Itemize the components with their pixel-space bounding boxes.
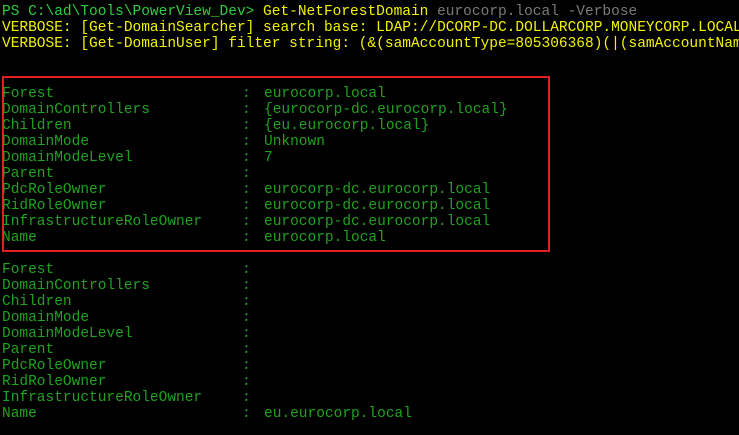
cmdlet-argument: eurocorp.local	[437, 4, 559, 20]
prompt: PS C:\ad\Tools\PowerView_Dev>	[2, 4, 255, 20]
command-line: PS C:\ad\Tools\PowerView_Dev> Get-NetFor…	[2, 4, 637, 20]
property-row: PdcRoleOwner:	[2, 358, 264, 374]
property-key: Name	[2, 230, 37, 246]
property-key: Children	[2, 294, 72, 310]
property-key: Children	[2, 118, 72, 134]
property-row: DomainModeLevel:7	[2, 150, 273, 166]
powershell-terminal[interactable]: PS C:\ad\Tools\PowerView_Dev> Get-NetFor…	[0, 0, 739, 435]
property-row: DomainControllers: {eurocorp-dc.eurocorp.…	[2, 102, 508, 118]
property-key: Forest	[2, 86, 55, 102]
property-separator: :	[242, 390, 251, 406]
property-row: RidRoleOwner:	[2, 374, 264, 390]
property-row: InfrastructureRoleOwner: eurocorp-dc.euro…	[2, 214, 490, 230]
property-separator: :	[242, 134, 251, 150]
property-key: RidRoleOwner	[2, 198, 107, 214]
verbose-line: VERBOSE: [Get-DomainUser] filter string:…	[2, 36, 739, 52]
property-row: Children:	[2, 294, 264, 310]
property-row: PdcRoleOwner: eurocorp-dc.eurocorp.local	[2, 182, 490, 198]
property-separator: :	[242, 342, 251, 358]
property-value: {eurocorp-dc.eurocorp.local}	[264, 102, 508, 118]
property-value: eurocorp.local	[264, 86, 386, 102]
property-separator: :	[242, 310, 251, 326]
property-value: eurocorp-dc.eurocorp.local	[264, 198, 491, 214]
property-row: RidRoleOwner: eurocorp-dc.eurocorp.local	[2, 198, 490, 214]
property-row: DomainModeLevel:	[2, 326, 264, 342]
property-key: DomainMode	[2, 310, 90, 326]
property-key: PdcRoleOwner	[2, 358, 107, 374]
property-row: InfrastructureRoleOwner:	[2, 390, 264, 406]
property-separator: :	[242, 374, 251, 390]
property-value: {eu.eurocorp.local}	[264, 118, 430, 134]
property-separator: :	[242, 230, 251, 246]
property-value: Unknown	[264, 134, 325, 150]
property-key: DomainControllers	[2, 278, 150, 294]
property-separator: :	[242, 214, 251, 230]
property-key: InfrastructureRoleOwner	[2, 214, 203, 230]
property-value: eurocorp-dc.eurocorp.local	[264, 182, 491, 198]
property-row: DomainMode:	[2, 310, 264, 326]
property-row: Forest: eurocorp.local	[2, 86, 386, 102]
property-key: DomainMode	[2, 134, 90, 150]
property-value: 7	[264, 150, 273, 166]
property-key: Parent	[2, 166, 55, 182]
property-key: Forest	[2, 262, 55, 278]
property-key: RidRoleOwner	[2, 374, 107, 390]
property-row: Parent:	[2, 166, 264, 182]
property-value: eurocorp.local	[264, 230, 386, 246]
property-row: Children: {eu.eurocorp.local}	[2, 118, 429, 134]
cmdlet-name: Get-NetForestDomain	[263, 4, 429, 20]
property-value: eu.eurocorp.local	[264, 406, 412, 422]
property-row: Parent:	[2, 342, 264, 358]
property-separator: :	[242, 198, 251, 214]
property-row: DomainControllers:	[2, 278, 264, 294]
property-row: DomainMode: Unknown	[2, 134, 325, 150]
property-separator: :	[242, 182, 251, 198]
property-value: eurocorp-dc.eurocorp.local	[264, 214, 491, 230]
property-separator: :	[242, 358, 251, 374]
property-separator: :	[242, 406, 251, 422]
property-separator: :	[242, 118, 251, 134]
property-separator: :	[242, 102, 251, 118]
property-separator: :	[242, 150, 251, 166]
property-separator: :	[242, 278, 251, 294]
property-separator: :	[242, 166, 251, 182]
property-row: Name: eu.eurocorp.local	[2, 406, 412, 422]
property-separator: :	[242, 326, 251, 342]
property-key: DomainModeLevel	[2, 326, 133, 342]
property-row: Name: eurocorp.local	[2, 230, 386, 246]
property-key: Name	[2, 406, 37, 422]
property-key: InfrastructureRoleOwner	[2, 390, 203, 406]
property-key: DomainControllers	[2, 102, 150, 118]
property-separator: :	[242, 86, 251, 102]
verbose-flag: -Verbose	[567, 4, 638, 20]
property-key: DomainModeLevel	[2, 150, 133, 166]
property-key: Parent	[2, 342, 55, 358]
property-separator: :	[242, 262, 251, 278]
property-key: PdcRoleOwner	[2, 182, 107, 198]
property-row: Forest:	[2, 262, 264, 278]
verbose-line: VERBOSE: [Get-DomainSearcher] search bas…	[2, 20, 739, 36]
property-separator: :	[242, 294, 251, 310]
